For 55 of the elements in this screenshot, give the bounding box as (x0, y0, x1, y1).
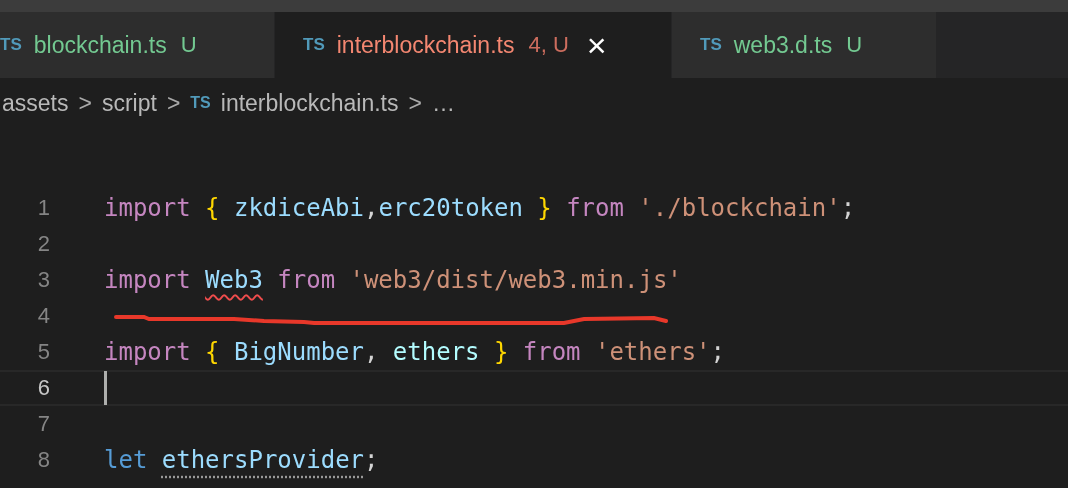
code-token: zkdiceAbi (233, 194, 364, 222)
breadcrumb-separator: > (408, 89, 422, 117)
code-token: import (104, 338, 191, 366)
breadcrumb-item[interactable]: script (101, 89, 157, 117)
code-token: ethersProvider (161, 446, 365, 474)
code-token: import (104, 266, 191, 294)
code-token: './blockchain' (638, 194, 841, 222)
code-token: { (205, 194, 220, 222)
tab-label: blockchain.ts (33, 31, 167, 59)
code-token: erc20token (378, 194, 523, 222)
line-number: 3 (36, 267, 50, 293)
code-token: } (537, 194, 552, 222)
line-number: 4 (36, 303, 50, 329)
line-number: 6 (36, 375, 50, 401)
code-token: ; (710, 338, 725, 366)
code-token: , (364, 194, 379, 222)
code-token: import (104, 194, 191, 222)
close-icon[interactable]: × (586, 28, 607, 62)
code-token: from (522, 338, 581, 366)
line-number: 2 (36, 231, 50, 257)
code-token: , (364, 338, 379, 366)
code-token: } (493, 338, 509, 366)
code-token: 'web3/dist/web3.min.js' (349, 266, 682, 294)
line-number: 8 (36, 447, 50, 473)
code-token: ; (364, 446, 379, 474)
editor-tab[interactable]: TS blockchain.ts U (0, 12, 275, 78)
tab-status: U (846, 32, 863, 58)
code-token: Web3 (205, 266, 263, 294)
code-token: ; (840, 194, 856, 222)
typescript-icon: TS (303, 35, 325, 55)
breadcrumb-separator: > (166, 89, 181, 117)
tab-status: U (180, 32, 197, 58)
text-cursor (104, 371, 107, 405)
code-token: BigNumber (233, 338, 364, 366)
breadcrumb-separator: > (78, 89, 92, 117)
tab-label: interblockchain.ts (336, 31, 515, 59)
tab-status: 4, U (528, 32, 569, 58)
line-number: 1 (36, 195, 50, 221)
editor-tab[interactable]: TS web3.d.ts U (672, 12, 937, 78)
tab-label: web3.d.ts (733, 31, 833, 59)
line-number: 7 (36, 411, 50, 437)
typescript-icon: TS (0, 35, 22, 55)
code-token: let (104, 446, 148, 474)
typescript-icon: TS (190, 94, 211, 112)
editor-tab[interactable]: TS interblockchain.ts 4, U × (275, 12, 672, 78)
code-token: ethers (392, 338, 480, 366)
code-token: 'ethers' (594, 338, 711, 366)
code-token: { (205, 338, 220, 366)
code-token: from (566, 194, 624, 222)
typescript-icon: TS (700, 35, 722, 55)
breadcrumb-item[interactable]: assets (2, 89, 69, 117)
code-token: from (277, 266, 336, 294)
breadcrumb-item[interactable]: … (431, 89, 455, 117)
breadcrumb-item[interactable]: interblockchain.ts (220, 89, 399, 117)
line-number: 5 (36, 339, 50, 365)
